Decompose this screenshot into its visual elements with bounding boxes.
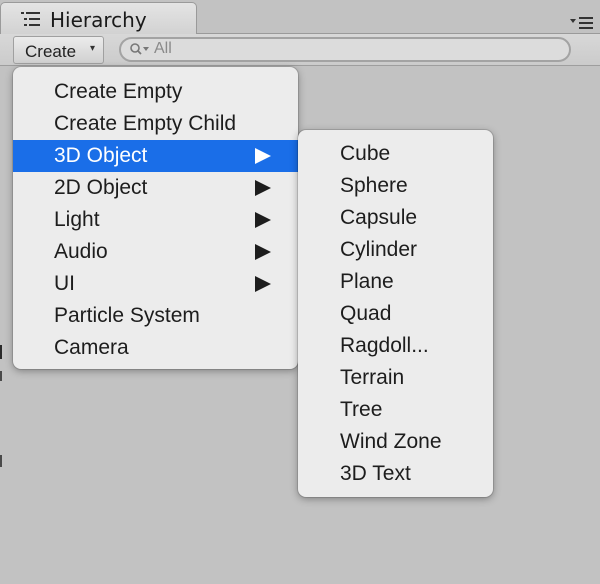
- menu-item-plane[interactable]: Plane: [298, 266, 493, 298]
- menu-item-ui[interactable]: UI: [13, 268, 298, 300]
- menu-item-cube[interactable]: Cube: [298, 138, 493, 170]
- menu-item-wind-zone[interactable]: Wind Zone: [298, 426, 493, 458]
- menu-item-3d-object[interactable]: 3D Object: [13, 140, 298, 172]
- hierarchy-toolbar: Create ▾ All: [0, 34, 600, 66]
- search-placeholder: All: [154, 40, 172, 57]
- chevron-down-icon: ▾: [90, 43, 96, 54]
- menu-item-2d-object[interactable]: 2D Object: [13, 172, 298, 204]
- menu-item-capsule[interactable]: Capsule: [298, 202, 493, 234]
- edge-artifact: [0, 455, 2, 467]
- hierarchy-list-icon: [21, 12, 40, 26]
- edge-artifact: [0, 371, 2, 381]
- menu-item-label: Light: [54, 208, 100, 231]
- submenu-arrow-icon: [255, 244, 271, 260]
- menu-item-label: Capsule: [340, 206, 418, 229]
- menu-item-camera[interactable]: Camera: [13, 332, 298, 364]
- menu-item-label: Cylinder: [340, 238, 418, 261]
- menu-item-label: Particle System: [54, 304, 200, 327]
- menu-item-label: Create Empty Child: [54, 112, 237, 135]
- menu-item-label: Terrain: [340, 366, 405, 389]
- hierarchy-window: Hierarchy Create ▾ All Create Empty Crea: [0, 0, 600, 584]
- submenu-arrow-icon: [255, 212, 271, 228]
- search-input[interactable]: All: [119, 37, 571, 62]
- menu-item-label: 3D Object: [54, 144, 148, 167]
- submenu-arrow-icon: [255, 180, 271, 196]
- menu-item-label: 2D Object: [54, 176, 148, 199]
- menu-item-label: Ragdoll...: [340, 334, 429, 357]
- menu-item-label: Plane: [340, 270, 394, 293]
- hierarchy-tab[interactable]: Hierarchy: [0, 2, 197, 34]
- menu-item-audio[interactable]: Audio: [13, 236, 298, 268]
- menu-item-particle-system[interactable]: Particle System: [13, 300, 298, 332]
- menu-item-create-empty-child[interactable]: Create Empty Child: [13, 108, 298, 140]
- menu-item-create-empty[interactable]: Create Empty: [13, 76, 298, 108]
- menu-item-label: Quad: [340, 302, 392, 325]
- menu-item-cylinder[interactable]: Cylinder: [298, 234, 493, 266]
- menu-item-quad[interactable]: Quad: [298, 298, 493, 330]
- menu-item-terrain[interactable]: Terrain: [298, 362, 493, 394]
- menu-item-label: Cube: [340, 142, 391, 165]
- menu-item-label: UI: [54, 272, 75, 295]
- panel-title: Hierarchy: [50, 8, 147, 32]
- submenu-arrow-icon: [255, 276, 271, 292]
- submenu-arrow-icon: [255, 148, 271, 164]
- create-dropdown-button[interactable]: Create ▾: [13, 36, 104, 64]
- menu-item-ragdoll[interactable]: Ragdoll...: [298, 330, 493, 362]
- menu-item-label: Wind Zone: [340, 430, 442, 453]
- menu-item-tree[interactable]: Tree: [298, 394, 493, 426]
- menu-item-3d-text[interactable]: 3D Text: [298, 458, 493, 490]
- menu-item-label: Camera: [54, 336, 129, 359]
- panel-menu-icon[interactable]: [570, 16, 594, 30]
- create-button-label: Create: [25, 42, 77, 61]
- create-menu: Create Empty Create Empty Child 3D Objec…: [13, 67, 298, 369]
- search-icon[interactable]: [129, 42, 153, 58]
- edge-artifact: [0, 345, 2, 359]
- menu-item-label: 3D Text: [340, 462, 411, 485]
- menu-item-label: Tree: [340, 398, 383, 421]
- menu-item-label: Audio: [54, 240, 108, 263]
- menu-item-light[interactable]: Light: [13, 204, 298, 236]
- menu-item-sphere[interactable]: Sphere: [298, 170, 493, 202]
- 3d-object-submenu: Cube Sphere Capsule Cylinder Plane Quad …: [298, 130, 493, 497]
- menu-item-label: Create Empty: [54, 80, 183, 103]
- menu-item-label: Sphere: [340, 174, 408, 197]
